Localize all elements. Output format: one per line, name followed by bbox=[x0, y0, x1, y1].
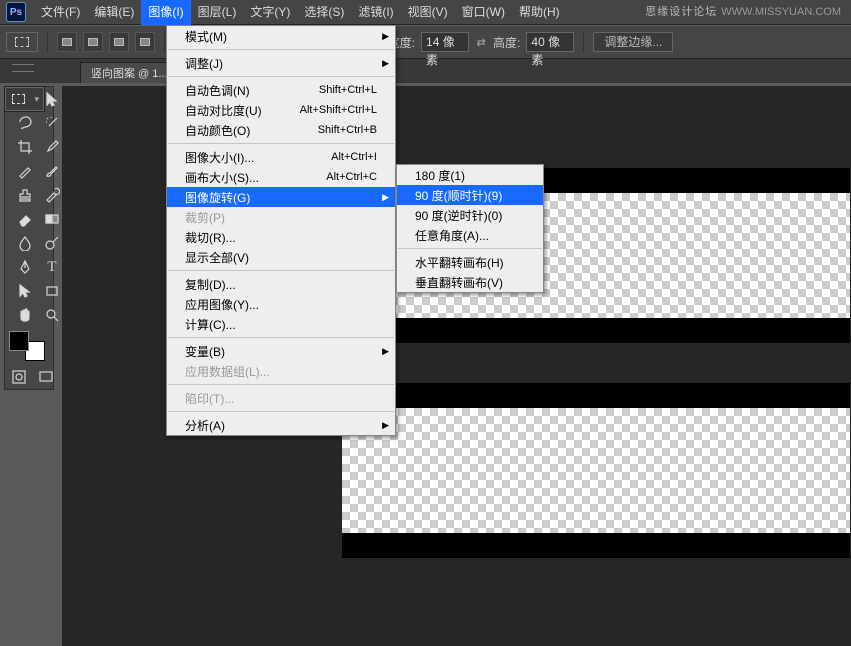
app-logo: Ps bbox=[6, 2, 26, 22]
menu-row[interactable]: 画布大小(S)...Alt+Ctrl+C bbox=[167, 167, 395, 187]
menu-item[interactable]: 滤镜(I) bbox=[351, 0, 400, 25]
marquee-tool-icon[interactable] bbox=[5, 87, 44, 111]
magic-wand-tool-icon[interactable] bbox=[44, 111, 60, 135]
menu-row[interactable]: 垂直翻转画布(V) bbox=[397, 272, 543, 292]
menu-row[interactable]: 90 度(顺时针)(9) bbox=[397, 185, 543, 205]
menu-row: 陷印(T)... bbox=[167, 388, 395, 408]
menu-row[interactable]: 模式(M)▶ bbox=[167, 26, 395, 46]
hand-tool-icon[interactable] bbox=[5, 303, 44, 327]
options-bar: 羽化: 0像素 样式: 固定大小 宽度: 14 像素 ⇄ 高度: 40 像素 调… bbox=[0, 25, 851, 59]
menu-row: 应用数据组(L)... bbox=[167, 361, 395, 381]
menu-row[interactable]: 自动色调(N)Shift+Ctrl+L bbox=[167, 80, 395, 100]
image-rotation-submenu: 180 度(1)90 度(顺时针)(9)90 度(逆时针)(0)任意角度(A).… bbox=[396, 164, 544, 293]
panel-handle[interactable] bbox=[12, 64, 34, 72]
menu-row[interactable]: 自动对比度(U)Alt+Shift+Ctrl+L bbox=[167, 100, 395, 120]
menu-row[interactable]: 计算(C)... bbox=[167, 314, 395, 334]
quickmask-icon[interactable] bbox=[5, 365, 33, 389]
menu-row[interactable]: 复制(D)... bbox=[167, 274, 395, 294]
image-menu: 模式(M)▶ 调整(J)▶ 自动色调(N)Shift+Ctrl+L自动对比度(U)A… bbox=[166, 25, 396, 436]
refine-edge-button[interactable]: 调整边缘... bbox=[593, 32, 673, 52]
eraser-tool-icon[interactable] bbox=[5, 207, 44, 231]
swap-dimensions-icon[interactable]: ⇄ bbox=[475, 36, 487, 49]
height-input[interactable]: 40 像素 bbox=[526, 32, 574, 52]
foreground-color-swatch[interactable] bbox=[9, 331, 29, 351]
height-label: 高度: bbox=[493, 34, 520, 51]
menu-row[interactable]: 图像旋转(G)▶ bbox=[167, 187, 395, 207]
history-brush-tool-icon[interactable] bbox=[44, 183, 60, 207]
lasso-tool-icon[interactable] bbox=[5, 111, 44, 135]
menu-item[interactable]: 图像(I) bbox=[141, 0, 190, 25]
add-selection-icon[interactable] bbox=[83, 32, 103, 52]
menu-row[interactable]: 显示全部(V) bbox=[167, 247, 395, 267]
menu-row[interactable]: 应用图像(Y)... bbox=[167, 294, 395, 314]
screenmode-icon[interactable] bbox=[33, 365, 61, 389]
eyedropper-tool-icon[interactable] bbox=[44, 135, 60, 159]
path-selection-tool-icon[interactable] bbox=[5, 279, 44, 303]
watermark: 思缘设计论坛WWW.MISSYUAN.COM bbox=[645, 3, 841, 19]
zoom-tool-icon[interactable] bbox=[44, 303, 60, 327]
menu-item[interactable]: 视图(V) bbox=[401, 0, 455, 25]
menu-row[interactable]: 调整(J)▶ bbox=[167, 53, 395, 73]
tools-panel: T bbox=[4, 86, 54, 390]
type-tool-icon[interactable]: T bbox=[44, 255, 60, 279]
menu-row[interactable]: 裁切(R)... bbox=[167, 227, 395, 247]
intersect-selection-icon[interactable] bbox=[135, 32, 155, 52]
pen-tool-icon[interactable] bbox=[5, 255, 44, 279]
stamp-tool-icon[interactable] bbox=[5, 183, 44, 207]
menu-bar: Ps 文件(F)编辑(E)图像(I)图层(L)文字(Y)选择(S)滤镜(I)视图… bbox=[0, 0, 851, 25]
move-tool-icon[interactable] bbox=[44, 87, 60, 111]
dodge-tool-icon[interactable] bbox=[44, 231, 60, 255]
document-tab[interactable]: 竖向图案 @ 1... bbox=[80, 62, 179, 83]
menu-item[interactable]: 窗口(W) bbox=[455, 0, 512, 25]
new-selection-icon[interactable] bbox=[57, 32, 77, 52]
menu-item[interactable]: 文字(Y) bbox=[243, 0, 297, 25]
menu-item[interactable]: 选择(S) bbox=[297, 0, 351, 25]
color-swatches[interactable] bbox=[5, 327, 60, 365]
menu-row[interactable]: 90 度(逆时针)(0) bbox=[397, 205, 543, 225]
width-input[interactable]: 14 像素 bbox=[421, 32, 469, 52]
menu-row[interactable]: 自动颜色(O)Shift+Ctrl+B bbox=[167, 120, 395, 140]
menu-row: 裁剪(P) bbox=[167, 207, 395, 227]
menu-row[interactable]: 180 度(1) bbox=[397, 165, 543, 185]
subtract-selection-icon[interactable] bbox=[109, 32, 129, 52]
blur-tool-icon[interactable] bbox=[5, 231, 44, 255]
menu-row[interactable]: 变量(B)▶ bbox=[167, 341, 395, 361]
healing-brush-tool-icon[interactable] bbox=[5, 159, 44, 183]
menu-row[interactable]: 水平翻转画布(H) bbox=[397, 252, 543, 272]
menu-item[interactable]: 文件(F) bbox=[34, 0, 87, 25]
menu-item[interactable]: 帮助(H) bbox=[512, 0, 567, 25]
gradient-tool-icon[interactable] bbox=[44, 207, 60, 231]
menu-row[interactable]: 分析(A)▶ bbox=[167, 415, 395, 435]
crop-tool-icon[interactable] bbox=[5, 135, 44, 159]
menu-item[interactable]: 图层(L) bbox=[191, 0, 244, 25]
menu-item[interactable]: 编辑(E) bbox=[87, 0, 141, 25]
tool-preset[interactable] bbox=[6, 32, 38, 52]
menu-row[interactable]: 图像大小(I)...Alt+Ctrl+I bbox=[167, 147, 395, 167]
menu-row[interactable]: 任意角度(A)... bbox=[397, 225, 543, 245]
brush-tool-icon[interactable] bbox=[44, 159, 60, 183]
shape-tool-icon[interactable] bbox=[44, 279, 60, 303]
